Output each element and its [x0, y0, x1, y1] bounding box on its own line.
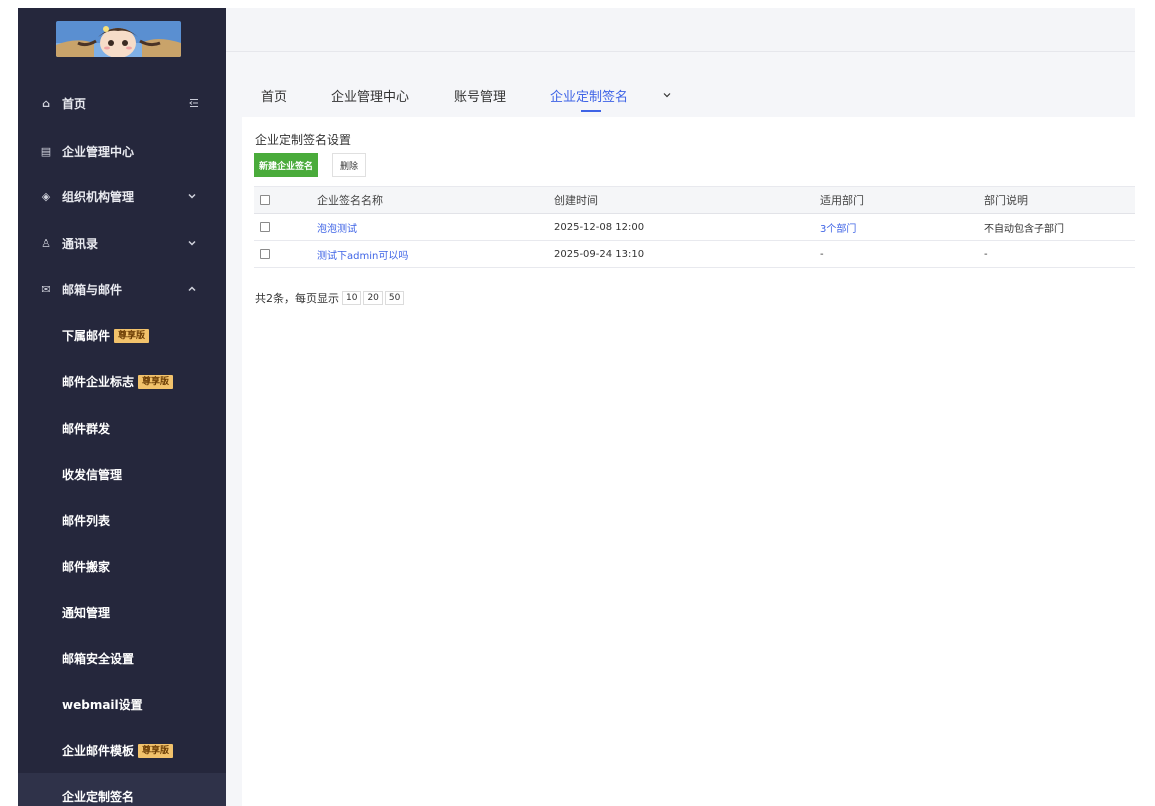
sidebar-subitem-notification[interactable]: 通知管理 — [18, 589, 226, 635]
row-checkbox[interactable] — [260, 249, 270, 259]
column-header: 企业签名名称 — [317, 194, 383, 207]
sidebar-subitem-custom-signature[interactable]: 企业定制签名 — [18, 773, 226, 806]
sidebar: ⌂ 首页 ▤ 企业管理中心 ◈ 组织机构管理 ♙ 通讯录 ✉ 邮箱与邮件 下属邮… — [18, 8, 226, 806]
row-checkbox-cell — [260, 214, 270, 240]
subitem-label: 通知管理 — [62, 605, 111, 620]
created-time-cell: 2025-12-08 12:00 — [554, 221, 645, 233]
tab-bar: 首页 企业管理中心 账号管理 企业定制签名 — [242, 72, 1135, 117]
column-header: 适用部门 — [820, 194, 864, 207]
chevron-down-icon — [188, 193, 196, 199]
subitem-text: 下属邮件 — [62, 328, 111, 343]
sidebar-subitem-mail-logo[interactable]: 邮件企业标志 尊享版 — [18, 358, 226, 404]
subitem-label: 企业定制签名 — [62, 789, 135, 804]
document-icon: ▤ — [40, 144, 52, 158]
sidebar-item-contacts[interactable]: ♙ 通讯录 — [18, 220, 226, 266]
vip-badge: 尊享版 — [138, 375, 174, 389]
mail-icon: ✉ — [41, 282, 51, 296]
chevron-up-icon — [188, 286, 196, 292]
subitem-label: 邮箱安全设置 — [62, 651, 135, 666]
table-header: 企业签名名称 创建时间 适用部门 部门说明 — [254, 186, 1135, 214]
pagination-summary: 共2条，每页显示 — [255, 292, 339, 305]
sidebar-subitem-mail-migration[interactable]: 邮件搬家 — [18, 543, 226, 589]
page-title: 企业定制签名设置 — [255, 133, 352, 147]
subitem-label: webmail设置 — [62, 697, 143, 712]
sidebar-item-home[interactable]: ⌂ 首页 — [18, 80, 226, 126]
content-panel: 企业定制签名设置 新建企业签名 删除 企业签名名称 创建时间 适用部门 部门说明… — [242, 117, 1135, 806]
chevron-down-icon — [188, 240, 196, 246]
subitem-label: 企业邮件模板 尊享版 — [62, 742, 174, 759]
sidebar-item-mail[interactable]: ✉ 邮箱与邮件 — [18, 266, 226, 312]
departments-cell: - — [820, 248, 824, 260]
description-cell: - — [984, 248, 988, 260]
vip-badge: 尊享版 — [114, 329, 150, 343]
subitem-label: 下属邮件 尊享版 — [62, 327, 150, 344]
sidebar-subitem-mail-list[interactable]: 邮件列表 — [18, 497, 226, 543]
sidebar-item-label: 邮箱与邮件 — [62, 282, 123, 297]
avatar-illustration-logo — [56, 21, 181, 57]
page-size-50[interactable]: 50 — [384, 291, 405, 305]
new-signature-button[interactable]: 新建企业签名 — [254, 153, 319, 177]
subitem-label: 邮件群发 — [62, 421, 111, 436]
select-all-checkbox[interactable] — [260, 195, 270, 205]
column-header: 创建时间 — [554, 194, 598, 207]
sidebar-subitem-send-receive[interactable]: 收发信管理 — [18, 451, 226, 497]
delete-button[interactable]: 删除 — [332, 153, 367, 177]
page-size-10[interactable]: 10 — [342, 291, 362, 305]
tab-account-management[interactable]: 账号管理 — [454, 86, 506, 105]
sidebar-item-label: 通讯录 — [62, 236, 99, 251]
contacts-icon: ♙ — [41, 236, 51, 250]
home-icon: ⌂ — [42, 96, 50, 110]
chevron-down-icon[interactable] — [662, 90, 672, 100]
table-row[interactable]: 泡泡测试 2025-12-08 12:00 3个部门 不自动包含子部门 — [254, 214, 1135, 241]
sidebar-subitem-subordinate-mail[interactable]: 下属邮件 尊享版 — [18, 312, 226, 358]
tab-custom-signature[interactable]: 企业定制签名 — [550, 86, 628, 105]
sidebar-subitem-mass-mail[interactable]: 邮件群发 — [18, 405, 226, 451]
signature-name-link[interactable]: 测试下admin可以吗 — [317, 241, 408, 267]
vip-badge: 尊享版 — [138, 744, 174, 758]
header-checkbox-cell — [260, 187, 270, 213]
table-row[interactable]: 测试下admin可以吗 2025-09-24 13:10 - - — [254, 241, 1135, 268]
row-checkbox-cell — [260, 241, 270, 267]
logo[interactable] — [56, 21, 181, 57]
top-header — [226, 8, 1135, 52]
row-checkbox[interactable] — [260, 222, 270, 232]
sidebar-item-label: 组织机构管理 — [62, 189, 135, 204]
tab-enterprise-center[interactable]: 企业管理中心 — [331, 86, 409, 105]
subitem-text: 企业邮件模板 — [62, 743, 135, 758]
menu-collapse-icon[interactable] — [188, 97, 200, 109]
subitem-label: 邮件列表 — [62, 513, 111, 528]
sidebar-item-label: 首页 — [62, 96, 87, 111]
created-time-cell: 2025-09-24 13:10 — [554, 248, 645, 260]
pagination: 共2条，每页显示 10 20 50 — [255, 290, 405, 306]
subitem-label: 收发信管理 — [62, 467, 123, 482]
page-size-20[interactable]: 20 — [363, 291, 383, 305]
tab-home[interactable]: 首页 — [261, 86, 287, 105]
subitem-label: 邮件企业标志 尊享版 — [62, 373, 174, 390]
layers-icon: ◈ — [41, 189, 51, 203]
subitem-label: 邮件搬家 — [62, 559, 111, 574]
active-tab-indicator — [581, 110, 601, 112]
departments-link[interactable]: 3个部门 — [820, 214, 856, 240]
sidebar-item-organization[interactable]: ◈ 组织机构管理 — [18, 173, 226, 219]
sidebar-subitem-security[interactable]: 邮箱安全设置 — [18, 635, 226, 681]
sidebar-item-label: 企业管理中心 — [62, 144, 135, 159]
description-cell: 不自动包含子部门 — [984, 223, 1064, 235]
column-header: 部门说明 — [984, 194, 1028, 207]
sidebar-subitem-mail-template[interactable]: 企业邮件模板 尊享版 — [18, 727, 226, 773]
sidebar-subitem-webmail[interactable]: webmail设置 — [18, 681, 226, 727]
sidebar-item-enterprise-center[interactable]: ▤ 企业管理中心 — [18, 128, 226, 174]
signature-name-link[interactable]: 泡泡测试 — [317, 214, 357, 240]
subitem-text: 邮件企业标志 — [62, 374, 135, 389]
